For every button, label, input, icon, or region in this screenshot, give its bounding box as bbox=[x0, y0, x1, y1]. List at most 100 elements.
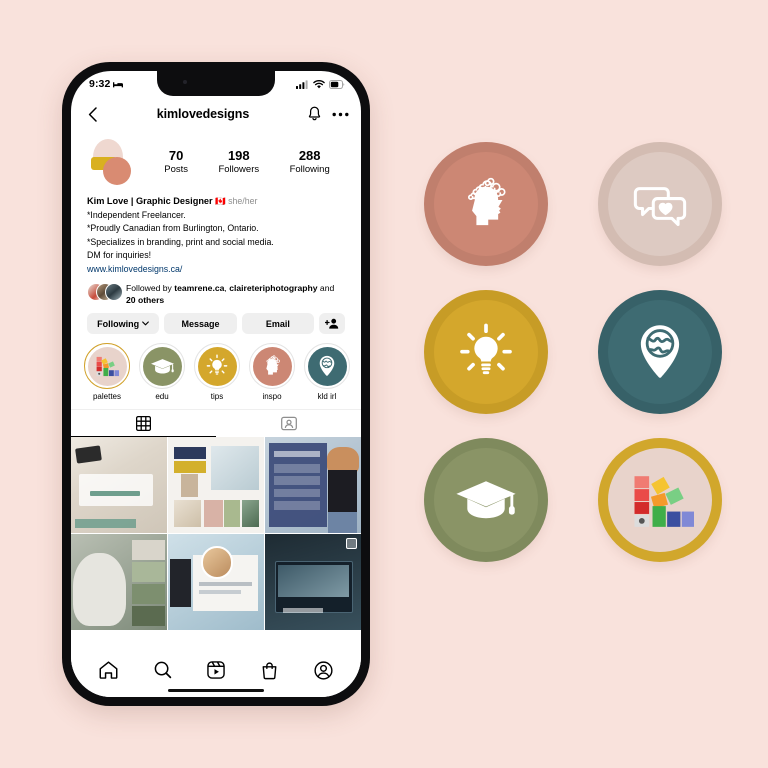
stat-label: Posts bbox=[164, 164, 188, 176]
highlight-palettes[interactable]: palettes bbox=[84, 343, 130, 401]
nav-reels[interactable] bbox=[207, 661, 226, 679]
status-bar: 9:32 bbox=[71, 71, 361, 97]
bell-icon[interactable] bbox=[305, 105, 323, 123]
profile-action-buttons: Following Message Email bbox=[71, 306, 361, 335]
bio-website-link[interactable]: www.kimlovedesigns.ca/ bbox=[87, 263, 345, 276]
stat-followers[interactable]: 198 Followers bbox=[218, 148, 260, 176]
stat-label: Followers bbox=[218, 164, 260, 176]
highlight-label: edu bbox=[155, 392, 169, 402]
nav-search[interactable] bbox=[154, 661, 172, 679]
highlight-edu[interactable]: edu bbox=[139, 343, 185, 401]
bed-icon bbox=[113, 81, 124, 88]
profile-stats: 70 Posts 198 Followers 288 Following bbox=[149, 148, 345, 176]
followed-by-others[interactable]: 20 others bbox=[126, 295, 164, 305]
cellular-signal-icon bbox=[296, 79, 309, 89]
chevron-down-icon bbox=[142, 321, 150, 326]
bio-line-1: *Independent Freelancer. bbox=[87, 209, 186, 220]
tab-tagged[interactable] bbox=[216, 410, 361, 436]
highlight-tips[interactable]: tips bbox=[194, 343, 240, 401]
stat-value: 288 bbox=[298, 148, 321, 164]
profile-username: kimlovedesigns bbox=[156, 107, 250, 121]
post-cell[interactable] bbox=[168, 437, 264, 533]
post-grid bbox=[71, 437, 361, 631]
badge-color-palette[interactable] bbox=[598, 438, 722, 562]
graduation-cap-icon bbox=[142, 346, 182, 386]
post-cell[interactable] bbox=[265, 437, 361, 533]
badge-chat-heart[interactable] bbox=[598, 142, 722, 266]
nav-shop[interactable] bbox=[261, 661, 278, 680]
highlight-kld-irl[interactable]: kld irl bbox=[304, 343, 350, 401]
bio-line-3: *Specializes in branding, print and soci… bbox=[87, 236, 274, 247]
message-label: Message bbox=[181, 318, 220, 329]
phone-mockup: 9:32 kimlovedesigns 70 Posts 198 Followe… bbox=[62, 62, 370, 706]
badge-grid bbox=[424, 142, 736, 562]
badge-map-pin-globe[interactable] bbox=[598, 290, 722, 414]
back-chevron-icon[interactable] bbox=[83, 105, 101, 123]
followed-by-suffix: and bbox=[317, 282, 335, 293]
badge-graduation[interactable] bbox=[424, 438, 548, 562]
avatar[interactable] bbox=[87, 137, 139, 189]
head-ideas-icon bbox=[454, 172, 518, 236]
status-indicators bbox=[296, 79, 345, 89]
map-pin-globe-icon bbox=[627, 319, 693, 385]
post-cell[interactable] bbox=[168, 534, 264, 631]
profile-tabs bbox=[71, 409, 361, 438]
followed-by[interactable]: Followed by teamrene.ca, claireteriphoto… bbox=[71, 282, 361, 306]
followed-by-text: Followed by teamrene.ca, claireteriphoto… bbox=[126, 282, 345, 306]
poster-canvas: 9:32 kimlovedesigns 70 Posts 198 Followe… bbox=[0, 0, 768, 768]
battery-icon bbox=[329, 79, 345, 89]
phone-screen: 9:32 kimlovedesigns 70 Posts 198 Followe… bbox=[71, 71, 361, 697]
story-highlights: palettes edu tips inspo kld irl bbox=[71, 334, 361, 405]
more-options-icon[interactable] bbox=[331, 105, 349, 123]
stat-value: 70 bbox=[168, 148, 184, 164]
chat-heart-icon bbox=[628, 172, 692, 236]
bio-pronouns: she/her bbox=[228, 196, 258, 206]
graduation-cap-icon bbox=[452, 466, 520, 534]
bio-name: Kim Love | Graphic Designer bbox=[87, 196, 213, 206]
email-label: Email bbox=[265, 318, 290, 329]
status-time-group: 9:32 bbox=[89, 78, 124, 90]
following-label: Following bbox=[97, 318, 140, 329]
highlight-inspo[interactable]: inspo bbox=[249, 343, 295, 401]
followed-by-prefix: Followed by bbox=[126, 282, 175, 293]
stat-posts[interactable]: 70 Posts bbox=[164, 148, 188, 176]
highlight-label: tips bbox=[210, 392, 224, 402]
map-pin-globe-icon bbox=[307, 346, 347, 386]
nav-profile[interactable] bbox=[314, 660, 333, 680]
post-cell[interactable] bbox=[71, 534, 167, 631]
lightbulb-icon bbox=[454, 320, 518, 384]
followed-by-user-2[interactable]: claireteriphotography bbox=[229, 283, 317, 293]
post-cell[interactable] bbox=[71, 437, 167, 533]
canada-flag-icon: 🇨🇦 bbox=[215, 196, 226, 206]
highlight-label: kld irl bbox=[317, 392, 337, 402]
lightbulb-icon bbox=[197, 346, 237, 386]
instagram-header: kimlovedesigns bbox=[71, 97, 361, 131]
home-indicator bbox=[168, 688, 264, 692]
following-button[interactable]: Following bbox=[87, 313, 160, 335]
highlight-label: inspo bbox=[262, 392, 282, 402]
bio-line-2: *Proudly Canadian from Burlington, Ontar… bbox=[87, 223, 259, 234]
stat-value: 198 bbox=[227, 148, 250, 164]
message-button[interactable]: Message bbox=[164, 313, 237, 335]
status-time: 9:32 bbox=[89, 78, 111, 90]
wifi-icon bbox=[313, 79, 325, 89]
badge-head-ideas[interactable] bbox=[424, 142, 548, 266]
profile-bio: Kim Love | Graphic Designer 🇨🇦 she/her *… bbox=[71, 193, 361, 277]
tab-grid[interactable] bbox=[71, 410, 216, 438]
add-person-icon bbox=[324, 318, 339, 329]
head-ideas-icon bbox=[252, 346, 292, 386]
profile-summary: 70 Posts 198 Followers 288 Following bbox=[71, 131, 361, 193]
follower-avatars bbox=[87, 282, 123, 301]
nav-home[interactable] bbox=[99, 661, 118, 679]
followed-by-user-1[interactable]: teamrene.ca bbox=[174, 283, 224, 293]
badge-lightbulb[interactable] bbox=[424, 290, 548, 414]
post-cell[interactable] bbox=[265, 534, 361, 631]
stat-following[interactable]: 288 Following bbox=[290, 148, 330, 176]
highlight-label: palettes bbox=[92, 392, 122, 402]
add-person-button[interactable] bbox=[318, 313, 345, 335]
tagged-icon bbox=[280, 416, 297, 431]
color-palette-icon bbox=[87, 346, 127, 386]
color-palette-icon bbox=[626, 466, 694, 534]
bio-line-4: DM for inquiries! bbox=[87, 250, 152, 261]
email-button[interactable]: Email bbox=[241, 313, 314, 335]
